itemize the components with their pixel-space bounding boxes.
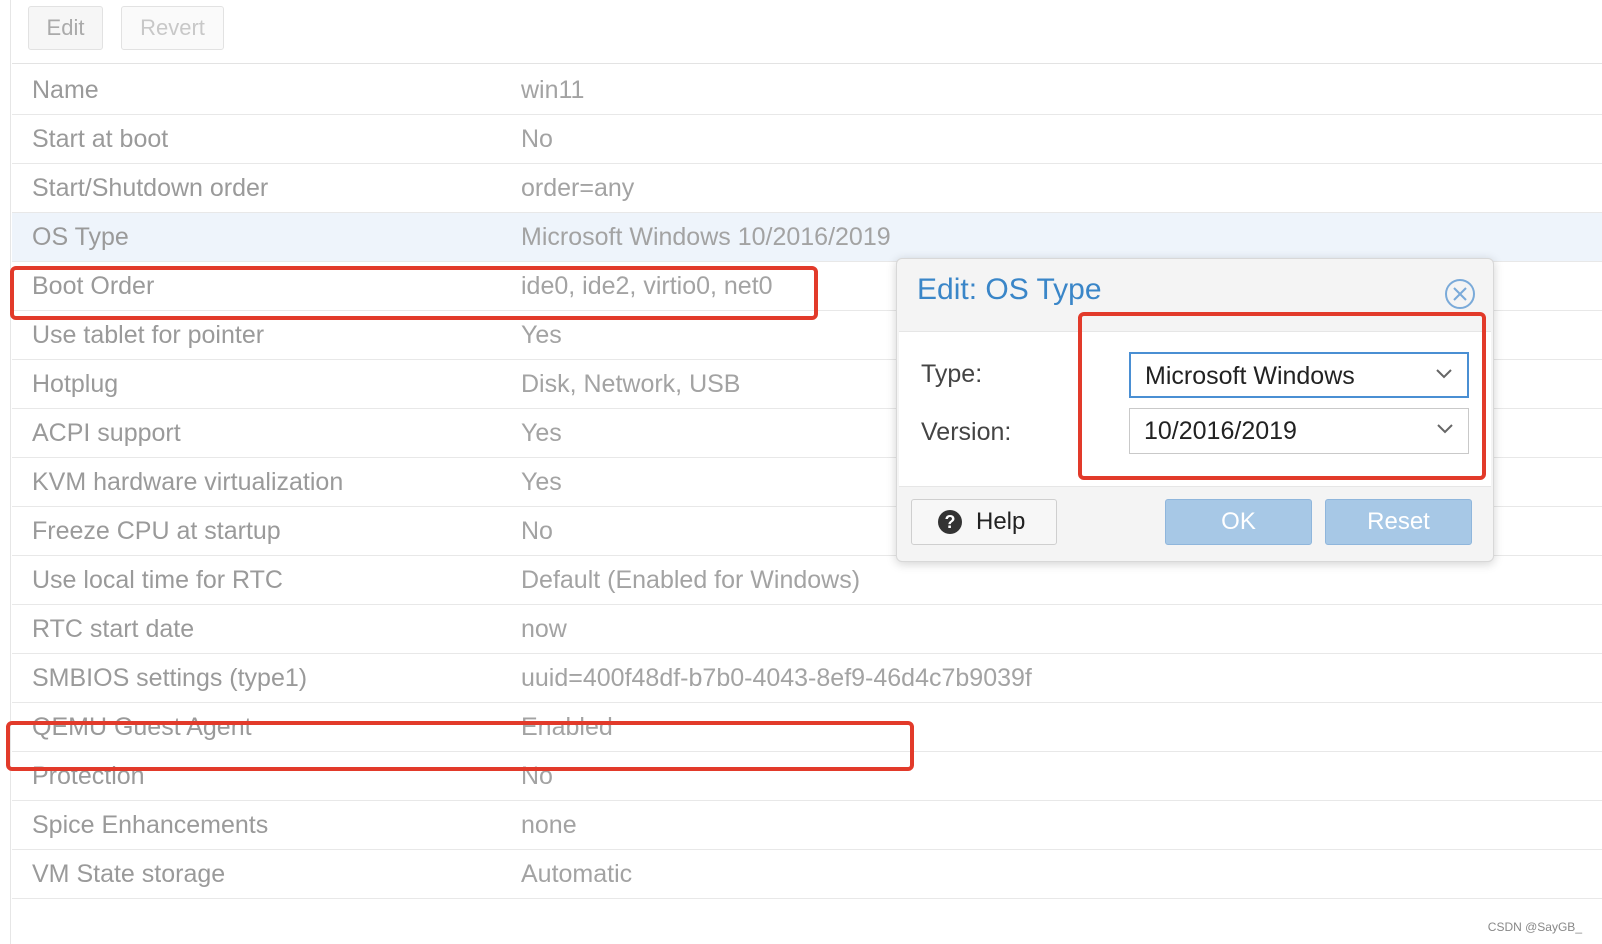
- option-row-start-at-boot[interactable]: Start at boot No: [12, 115, 1602, 164]
- option-key: OS Type: [32, 223, 129, 251]
- close-icon[interactable]: [1445, 279, 1475, 309]
- option-value: Enabled: [521, 713, 613, 741]
- option-key: KVM hardware virtualization: [32, 468, 344, 496]
- ok-button[interactable]: OK: [1165, 499, 1312, 545]
- option-value: Automatic: [521, 860, 633, 888]
- version-label: Version:: [921, 418, 1012, 446]
- option-key: ACPI support: [32, 419, 181, 447]
- option-row-smbios[interactable]: SMBIOS settings (type1) uuid=400f48df-b7…: [12, 654, 1602, 703]
- option-value: No: [521, 517, 553, 545]
- type-select[interactable]: Microsoft Windows: [1129, 352, 1469, 398]
- option-value: win11: [521, 76, 585, 104]
- option-key: SMBIOS settings (type1): [32, 664, 308, 692]
- type-select-value: Microsoft Windows: [1145, 362, 1355, 390]
- option-row-spice-enhancements[interactable]: Spice Enhancements none: [12, 801, 1602, 850]
- option-key: RTC start date: [32, 615, 195, 643]
- option-key: Use tablet for pointer: [32, 321, 265, 349]
- option-value: Yes: [521, 468, 562, 496]
- option-value: No: [521, 762, 553, 790]
- version-select[interactable]: 10/2016/2019: [1129, 408, 1469, 454]
- dialog-header: Edit: OS Type: [897, 259, 1493, 331]
- option-row-vm-state-storage[interactable]: VM State storage Automatic: [12, 850, 1602, 899]
- option-key: Use local time for RTC: [32, 566, 283, 594]
- help-button[interactable]: ? Help: [911, 499, 1057, 545]
- option-value: No: [521, 125, 553, 153]
- option-row-start-shutdown-order[interactable]: Start/Shutdown order order=any: [12, 164, 1602, 213]
- option-row-protection[interactable]: Protection No: [12, 752, 1602, 801]
- revert-button[interactable]: Revert: [121, 6, 224, 50]
- option-value: ide0, ide2, virtio0, net0: [521, 272, 773, 300]
- option-key: Spice Enhancements: [32, 811, 269, 839]
- option-row-os-type[interactable]: OS Type Microsoft Windows 10/2016/2019: [12, 213, 1602, 262]
- option-value: order=any: [521, 174, 635, 202]
- option-row-local-time-rtc[interactable]: Use local time for RTC Default (Enabled …: [12, 556, 1602, 605]
- option-key: QEMU Guest Agent: [32, 713, 252, 741]
- question-circle-icon: ?: [938, 510, 962, 534]
- option-value: Yes: [521, 321, 562, 349]
- reset-button[interactable]: Reset: [1325, 499, 1472, 545]
- option-key: Freeze CPU at startup: [32, 517, 281, 545]
- watermark: CSDN @SayGB_: [1487, 920, 1582, 934]
- option-key: VM State storage: [32, 860, 226, 888]
- option-value: Disk, Network, USB: [521, 370, 741, 398]
- option-value: none: [521, 811, 577, 839]
- option-value: uuid=400f48df-b7b0-4043-8ef9-46d4c7b9039…: [521, 664, 1032, 692]
- version-select-value: 10/2016/2019: [1144, 417, 1297, 445]
- option-key: Start at boot: [32, 125, 169, 153]
- option-key: Hotplug: [32, 370, 119, 398]
- left-panel-edge: [0, 0, 11, 944]
- dialog-body: Type: Microsoft Windows Version: 10/2016…: [899, 331, 1491, 487]
- option-key: Start/Shutdown order: [32, 174, 269, 202]
- option-row-name[interactable]: Name win11: [12, 66, 1602, 115]
- type-label: Type:: [921, 360, 983, 388]
- option-value: Default (Enabled for Windows): [521, 566, 861, 594]
- options-toolbar: Edit Revert: [12, 0, 1602, 64]
- vm-options-page: Edit Revert Name win11 Start at boot No …: [0, 0, 1602, 944]
- chevron-down-icon: [1436, 369, 1452, 379]
- option-key: Name: [32, 76, 99, 104]
- dialog-title: Edit: OS Type: [917, 273, 1102, 306]
- option-value: Microsoft Windows 10/2016/2019: [521, 223, 891, 251]
- dialog-footer: ? Help OK Reset: [897, 487, 1493, 561]
- edit-button[interactable]: Edit: [28, 6, 103, 50]
- option-value: now: [521, 615, 567, 643]
- edit-os-type-dialog: Edit: OS Type Type: Microsoft Windows Ve…: [896, 258, 1494, 562]
- option-value: Yes: [521, 419, 562, 447]
- help-button-label: Help: [976, 508, 1026, 535]
- option-key: Protection: [32, 762, 145, 790]
- chevron-down-icon: [1437, 424, 1453, 434]
- option-row-rtc-start-date[interactable]: RTC start date now: [12, 605, 1602, 654]
- option-row-qemu-guest-agent[interactable]: QEMU Guest Agent Enabled: [12, 703, 1602, 752]
- option-key: Boot Order: [32, 272, 155, 300]
